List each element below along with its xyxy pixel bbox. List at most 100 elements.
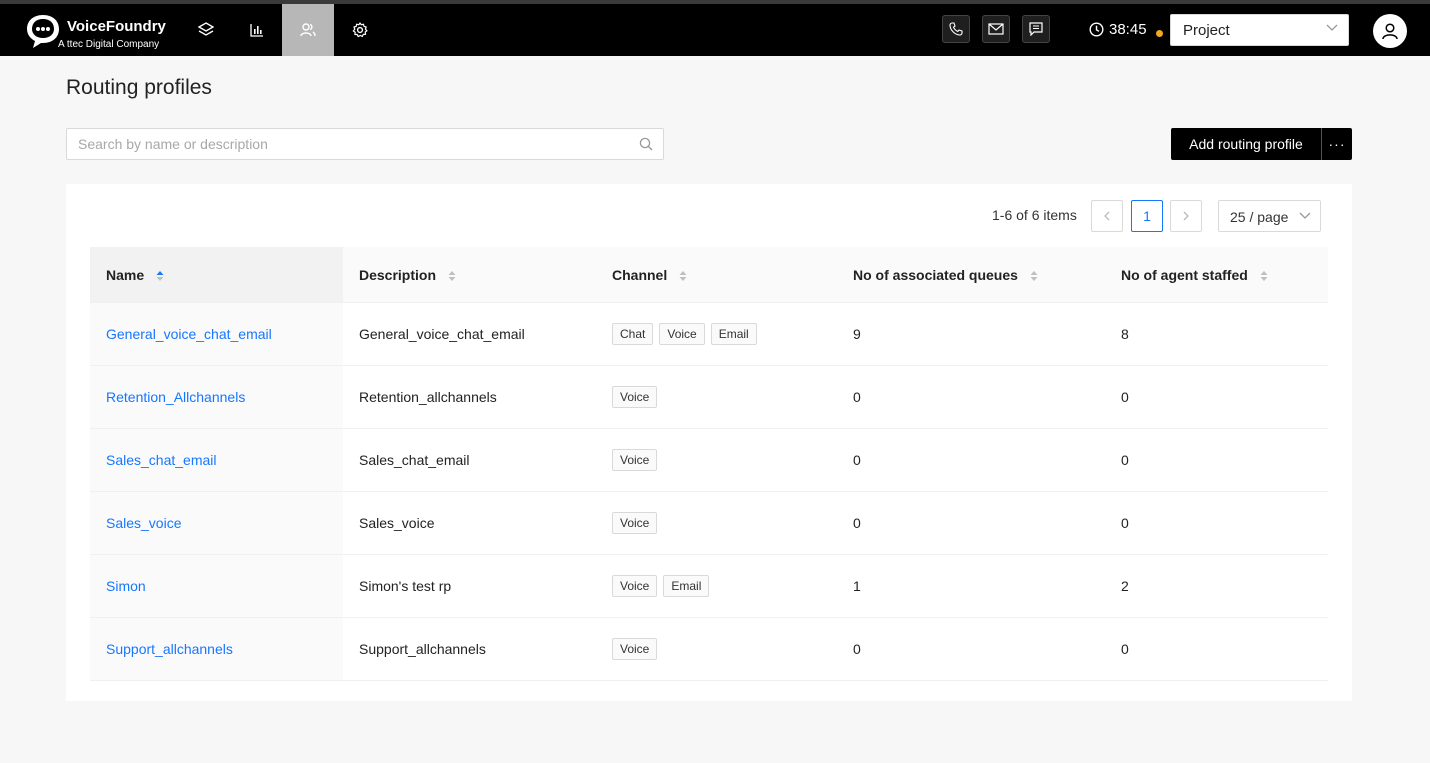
routing-profile-link[interactable]: Sales_voice — [106, 515, 182, 531]
users-icon — [300, 23, 316, 37]
routing-profiles-table: Name Description Channel No of associate… — [90, 247, 1328, 681]
cell-agents: 0 — [1105, 365, 1328, 429]
brand-name: VoiceFoundry — [67, 18, 166, 35]
channel-tag: Chat — [612, 323, 654, 345]
column-header-queues[interactable]: No of associated queues — [837, 247, 1105, 303]
cell-queues: 1 — [837, 554, 1105, 618]
chevron-right-icon — [1183, 211, 1189, 221]
channel-tag: Voice — [612, 512, 658, 534]
page-title: Routing profiles — [66, 76, 212, 99]
column-header-name[interactable]: Name — [90, 247, 343, 303]
user-avatar[interactable] — [1373, 14, 1407, 48]
cell-channel: Voice — [596, 428, 837, 492]
page-size-select[interactable]: 25 / page — [1218, 200, 1321, 232]
chevron-left-icon — [1104, 211, 1110, 221]
routing-profile-link[interactable]: Support_allchannels — [106, 641, 233, 657]
cell-queues: 0 — [837, 428, 1105, 492]
routing-profile-link[interactable]: Retention_Allchannels — [106, 389, 245, 405]
chevron-down-icon — [1299, 212, 1311, 219]
cell-description: Simon's test rp — [343, 554, 596, 618]
column-header-description[interactable]: Description — [343, 247, 596, 303]
prev-page-button[interactable] — [1091, 200, 1123, 232]
voicefoundry-logo[interactable]: VoiceFoundry A ttec Digital Company — [22, 10, 172, 54]
nav-analytics[interactable] — [231, 4, 283, 56]
brand-subtitle: A ttec Digital Company — [58, 39, 160, 50]
channel-tag: Email — [663, 575, 710, 597]
routing-profile-link[interactable]: General_voice_chat_email — [106, 326, 272, 342]
cell-name: Simon — [90, 554, 343, 618]
user-icon — [1382, 23, 1398, 40]
table-header-row: Name Description Channel No of associate… — [90, 247, 1328, 303]
chat-bubble-logo-icon — [27, 15, 59, 48]
cell-queues: 9 — [837, 302, 1105, 366]
cell-name: Sales_chat_email — [90, 428, 343, 492]
bar-chart-icon — [250, 24, 263, 37]
search-input[interactable] — [67, 129, 629, 159]
cell-name: Sales_voice — [90, 491, 343, 555]
cell-agents: 0 — [1105, 428, 1328, 492]
nav-layers[interactable] — [180, 4, 232, 56]
table-row: Sales_voice Sales_voice Voice 0 0 — [90, 491, 1328, 555]
column-header-channel[interactable]: Channel — [596, 247, 837, 303]
cell-description: Sales_voice — [343, 491, 596, 555]
add-routing-profile-button[interactable]: Add routing profile — [1171, 128, 1321, 160]
page-size-value: 25 / page — [1230, 209, 1289, 225]
routing-profile-link[interactable]: Simon — [106, 578, 146, 594]
nav-users[interactable] — [282, 4, 334, 56]
page-1-button[interactable]: 1 — [1131, 200, 1163, 232]
cell-name: Support_allchannels — [90, 617, 343, 681]
search-icon[interactable] — [639, 137, 653, 151]
cell-agents: 2 — [1105, 554, 1328, 618]
channel-tag: Voice — [612, 386, 658, 408]
sort-icon[interactable] — [1030, 270, 1038, 282]
cell-queues: 0 — [837, 617, 1105, 681]
channel-tag: Voice — [612, 575, 658, 597]
sort-icon[interactable] — [1260, 270, 1268, 282]
phone-icon — [949, 22, 963, 36]
channel-tag: Voice — [612, 449, 658, 471]
mail-icon — [988, 23, 1004, 35]
cell-description: Sales_chat_email — [343, 428, 596, 492]
chevron-down-icon — [1326, 24, 1338, 31]
phone-button[interactable] — [942, 15, 970, 43]
table-row: Support_allchannels Support_allchannels Vo… — [90, 617, 1328, 681]
cell-queues: 0 — [837, 491, 1105, 555]
cell-description: General_voice_chat_email — [343, 302, 596, 366]
status-dot — [1156, 30, 1163, 37]
chat-button[interactable] — [1022, 15, 1050, 43]
more-actions-button[interactable]: ··· — [1321, 128, 1352, 160]
cell-description: Support_allchannels — [343, 617, 596, 681]
column-header-agents[interactable]: No of agent staffed — [1105, 247, 1328, 303]
channel-tag: Voice — [659, 323, 705, 345]
cell-name: Retention_Allchannels — [90, 365, 343, 429]
top-bar: VoiceFoundry A ttec Digital Company 38:4… — [0, 0, 1430, 56]
layers-icon — [198, 22, 214, 36]
sort-icon[interactable] — [679, 270, 687, 282]
cell-channel: Voice — [596, 365, 837, 429]
sort-icon[interactable] — [448, 270, 456, 282]
email-button[interactable] — [982, 15, 1010, 43]
nav-settings[interactable] — [334, 4, 386, 56]
cell-agents: 8 — [1105, 302, 1328, 366]
cell-agents: 0 — [1105, 617, 1328, 681]
table-row: Retention_Allchannels Retention_allchanne… — [90, 365, 1328, 429]
channel-tag: Voice — [612, 638, 658, 660]
timer-value: 38:45 — [1109, 21, 1147, 38]
next-page-button[interactable] — [1170, 200, 1202, 232]
cell-description: Retention_allchannels — [343, 365, 596, 429]
pagination-info: 1-6 of 6 items — [992, 207, 1077, 223]
table-row: Simon Simon's test rp Voice Email 1 2 — [90, 554, 1328, 618]
routing-profile-link[interactable]: Sales_chat_email — [106, 452, 217, 468]
cell-channel: Voice — [596, 617, 837, 681]
project-select[interactable]: Project — [1170, 14, 1349, 46]
cell-name: General_voice_chat_email — [90, 302, 343, 366]
cell-channel: Voice Email — [596, 554, 837, 618]
clock-icon — [1089, 22, 1104, 37]
cell-channel: Chat Voice Email — [596, 302, 837, 366]
sort-ascending-icon[interactable] — [156, 270, 164, 282]
cell-queues: 0 — [837, 365, 1105, 429]
project-select-value: Project — [1183, 22, 1230, 39]
cell-channel: Voice — [596, 491, 837, 555]
cell-agents: 0 — [1105, 491, 1328, 555]
search-box — [66, 128, 664, 160]
